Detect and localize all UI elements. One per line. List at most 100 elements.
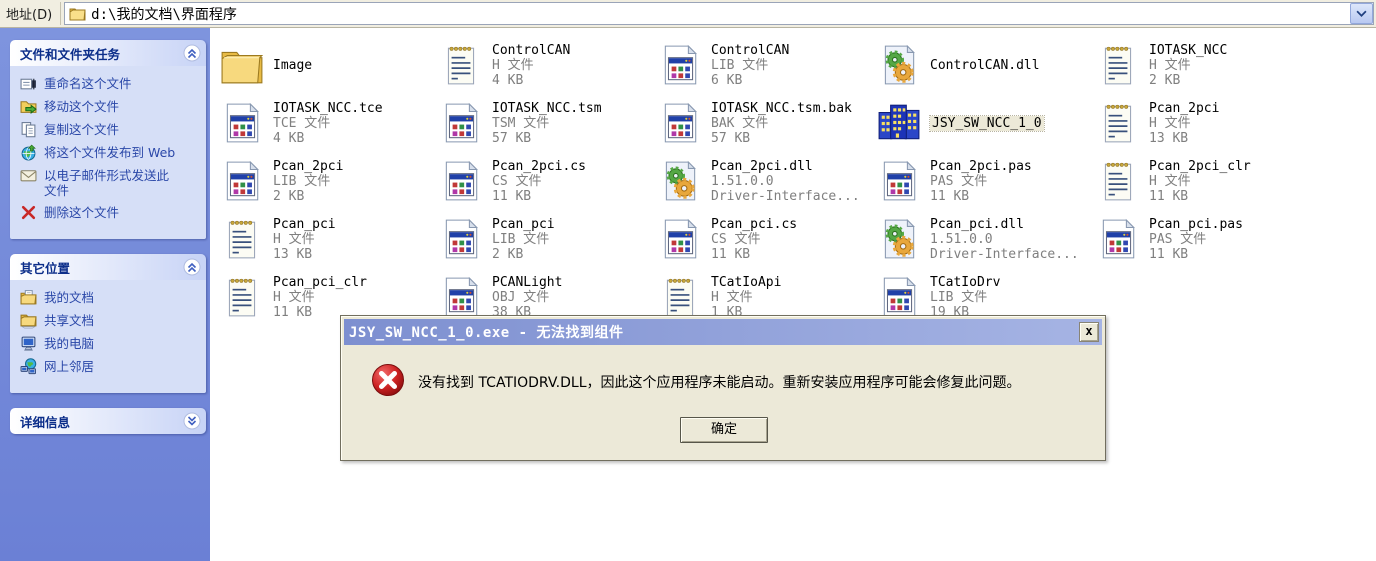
file-tile[interactable]: Image bbox=[218, 36, 437, 94]
ok-button[interactable]: 确定 bbox=[680, 417, 768, 443]
file-tile[interactable]: ControlCAN LIB 文件 6 KB bbox=[656, 36, 875, 94]
task-item[interactable]: 重命名这个文件 bbox=[20, 75, 202, 92]
file-name: ControlCAN bbox=[711, 43, 789, 58]
file-type: H 文件 bbox=[711, 290, 781, 305]
file-size: 11 KB bbox=[492, 189, 586, 204]
panel-details-header[interactable]: 详细信息 bbox=[10, 408, 206, 434]
close-icon[interactable]: x bbox=[1079, 322, 1099, 342]
publish-web-icon bbox=[20, 144, 37, 161]
file-name: TCatIoDrv bbox=[930, 275, 1000, 290]
file-size: 4 KB bbox=[273, 131, 383, 146]
file-tile[interactable]: Pcan_2pci.dll 1.51.0.0 Driver-Interface.… bbox=[656, 152, 875, 210]
file-tile[interactable]: IOTASK_NCC.tce TCE 文件 4 KB bbox=[218, 94, 437, 152]
file-tile[interactable]: Pcan_2pci LIB 文件 2 KB bbox=[218, 152, 437, 210]
task-item[interactable]: 复制这个文件 bbox=[20, 121, 202, 138]
libdoc-icon bbox=[877, 276, 921, 318]
libdoc-icon bbox=[439, 218, 483, 260]
task-item[interactable]: 删除这个文件 bbox=[20, 204, 202, 221]
file-name: IOTASK_NCC.tce bbox=[273, 101, 383, 116]
shared-documents-icon bbox=[20, 312, 37, 329]
file-tile[interactable]: Pcan_pci H 文件 13 KB bbox=[218, 210, 437, 268]
file-name: Pcan_pci.dll bbox=[930, 217, 1079, 232]
place-item[interactable]: 我的文档 bbox=[20, 289, 202, 306]
error-icon bbox=[371, 363, 405, 397]
file-tile[interactable]: IOTASK_NCC H 文件 2 KB bbox=[1094, 36, 1313, 94]
file-type: OBJ 文件 bbox=[492, 290, 562, 305]
file-name: PCANLight bbox=[492, 275, 562, 290]
libdoc-icon bbox=[439, 276, 483, 318]
file-name: Pcan_2pci_clr bbox=[1149, 159, 1251, 174]
file-type: TSM 文件 bbox=[492, 116, 602, 131]
task-item[interactable]: 将这个文件发布到 Web bbox=[20, 144, 202, 161]
libdoc-icon bbox=[877, 160, 921, 202]
file-type: CS 文件 bbox=[711, 232, 797, 247]
panel-other-places-header[interactable]: 其它位置 bbox=[10, 254, 206, 280]
file-tile[interactable]: Pcan_pci.dll 1.51.0.0 Driver-Interface..… bbox=[875, 210, 1094, 268]
file-name: ControlCAN bbox=[492, 43, 570, 58]
file-tile[interactable]: IOTASK_NCC.tsm TSM 文件 57 KB bbox=[437, 94, 656, 152]
notepad-icon bbox=[220, 276, 264, 318]
file-name: IOTASK_NCC.tsm.bak bbox=[711, 101, 852, 116]
file-type: H 文件 bbox=[492, 58, 570, 73]
place-item[interactable]: 网上邻居 bbox=[20, 358, 202, 375]
file-type: PAS 文件 bbox=[930, 174, 1032, 189]
file-tile[interactable]: Pcan_pci LIB 文件 2 KB bbox=[437, 210, 656, 268]
file-name: Pcan_2pci bbox=[1149, 101, 1219, 116]
panel-file-tasks-header[interactable]: 文件和文件夹任务 bbox=[10, 40, 206, 66]
application-icon bbox=[877, 102, 921, 144]
file-tile[interactable]: IOTASK_NCC.tsm.bak BAK 文件 57 KB bbox=[656, 94, 875, 152]
file-tile[interactable]: Pcan_2pci_clr H 文件 11 KB bbox=[1094, 152, 1313, 210]
folder-icon bbox=[220, 44, 264, 86]
task-item[interactable]: 以电子邮件形式发送此文件 bbox=[20, 167, 202, 198]
place-item[interactable]: 我的电脑 bbox=[20, 335, 202, 352]
email-icon bbox=[20, 167, 37, 184]
file-tile[interactable]: ControlCAN H 文件 4 KB bbox=[437, 36, 656, 94]
libdoc-icon bbox=[658, 44, 702, 86]
file-tile[interactable]: Pcan_pci.cs CS 文件 11 KB bbox=[656, 210, 875, 268]
task-item[interactable]: 移动这个文件 bbox=[20, 98, 202, 115]
panel-file-tasks: 文件和文件夹任务 重命名这个文件 移动这个文件 bbox=[10, 40, 206, 239]
dialog-title: JSY_SW_NCC_1_0.exe - 无法找到组件 bbox=[349, 322, 624, 342]
small-folder-icon bbox=[69, 6, 86, 21]
file-tile[interactable]: ControlCAN.dll bbox=[875, 36, 1094, 94]
libdoc-icon bbox=[658, 102, 702, 144]
address-dropdown-button[interactable] bbox=[1350, 3, 1373, 24]
address-separator bbox=[60, 2, 61, 25]
chevron-up-icon[interactable] bbox=[183, 258, 201, 276]
dll-icon bbox=[877, 218, 921, 260]
panel-title: 文件和文件夹任务 bbox=[20, 44, 120, 63]
panel-title: 详细信息 bbox=[20, 412, 70, 431]
file-tile[interactable]: Pcan_pci.pas PAS 文件 11 KB bbox=[1094, 210, 1313, 268]
chevron-down-icon[interactable] bbox=[183, 412, 201, 430]
panel-other-places: 其它位置 我的文档 共享文档 bbox=[10, 254, 206, 393]
libdoc-icon bbox=[439, 160, 483, 202]
address-input[interactable]: d:\我的文档\界面程序 bbox=[64, 2, 1374, 25]
libdoc-icon bbox=[220, 102, 264, 144]
dialog-message: 没有找到 TCATIODRV.DLL，因此这个应用程序未能启动。重新安装应用程序… bbox=[418, 373, 1090, 393]
file-tile[interactable]: JSY_SW_NCC_1_0 bbox=[875, 94, 1094, 152]
file-name: ControlCAN.dll bbox=[930, 58, 1040, 73]
file-size: 4 KB bbox=[492, 73, 570, 88]
file-size: 11 KB bbox=[1149, 189, 1251, 204]
panel-file-tasks-body: 重命名这个文件 移动这个文件 复制这个文件 将这个文件发布到 W bbox=[10, 66, 206, 239]
file-list-area: Image ControlCAN H 文件 4 KB bbox=[210, 28, 1376, 561]
file-tile[interactable]: Pcan_2pci.cs CS 文件 11 KB bbox=[437, 152, 656, 210]
notepad-icon bbox=[1096, 44, 1140, 86]
move-icon bbox=[20, 98, 37, 115]
file-name: Pcan_2pci bbox=[273, 159, 343, 174]
file-type: TCE 文件 bbox=[273, 116, 383, 131]
file-name: Pcan_2pci.pas bbox=[930, 159, 1032, 174]
file-type: LIB 文件 bbox=[711, 58, 789, 73]
file-name: JSY_SW_NCC_1_0 bbox=[930, 116, 1044, 131]
place-item[interactable]: 共享文档 bbox=[20, 312, 202, 329]
file-size: 2 KB bbox=[1149, 73, 1227, 88]
file-tile[interactable]: Pcan_2pci.pas PAS 文件 11 KB bbox=[875, 152, 1094, 210]
notepad-icon bbox=[1096, 102, 1140, 144]
dialog-titlebar: JSY_SW_NCC_1_0.exe - 无法找到组件 x bbox=[344, 319, 1102, 345]
dll-icon bbox=[658, 160, 702, 202]
chevron-up-icon[interactable] bbox=[183, 44, 201, 62]
file-grid: Image ControlCAN H 文件 4 KB bbox=[210, 28, 1376, 326]
file-type: 1.51.0.0 bbox=[711, 174, 860, 189]
notepad-icon bbox=[1096, 160, 1140, 202]
file-tile[interactable]: Pcan_2pci H 文件 13 KB bbox=[1094, 94, 1313, 152]
